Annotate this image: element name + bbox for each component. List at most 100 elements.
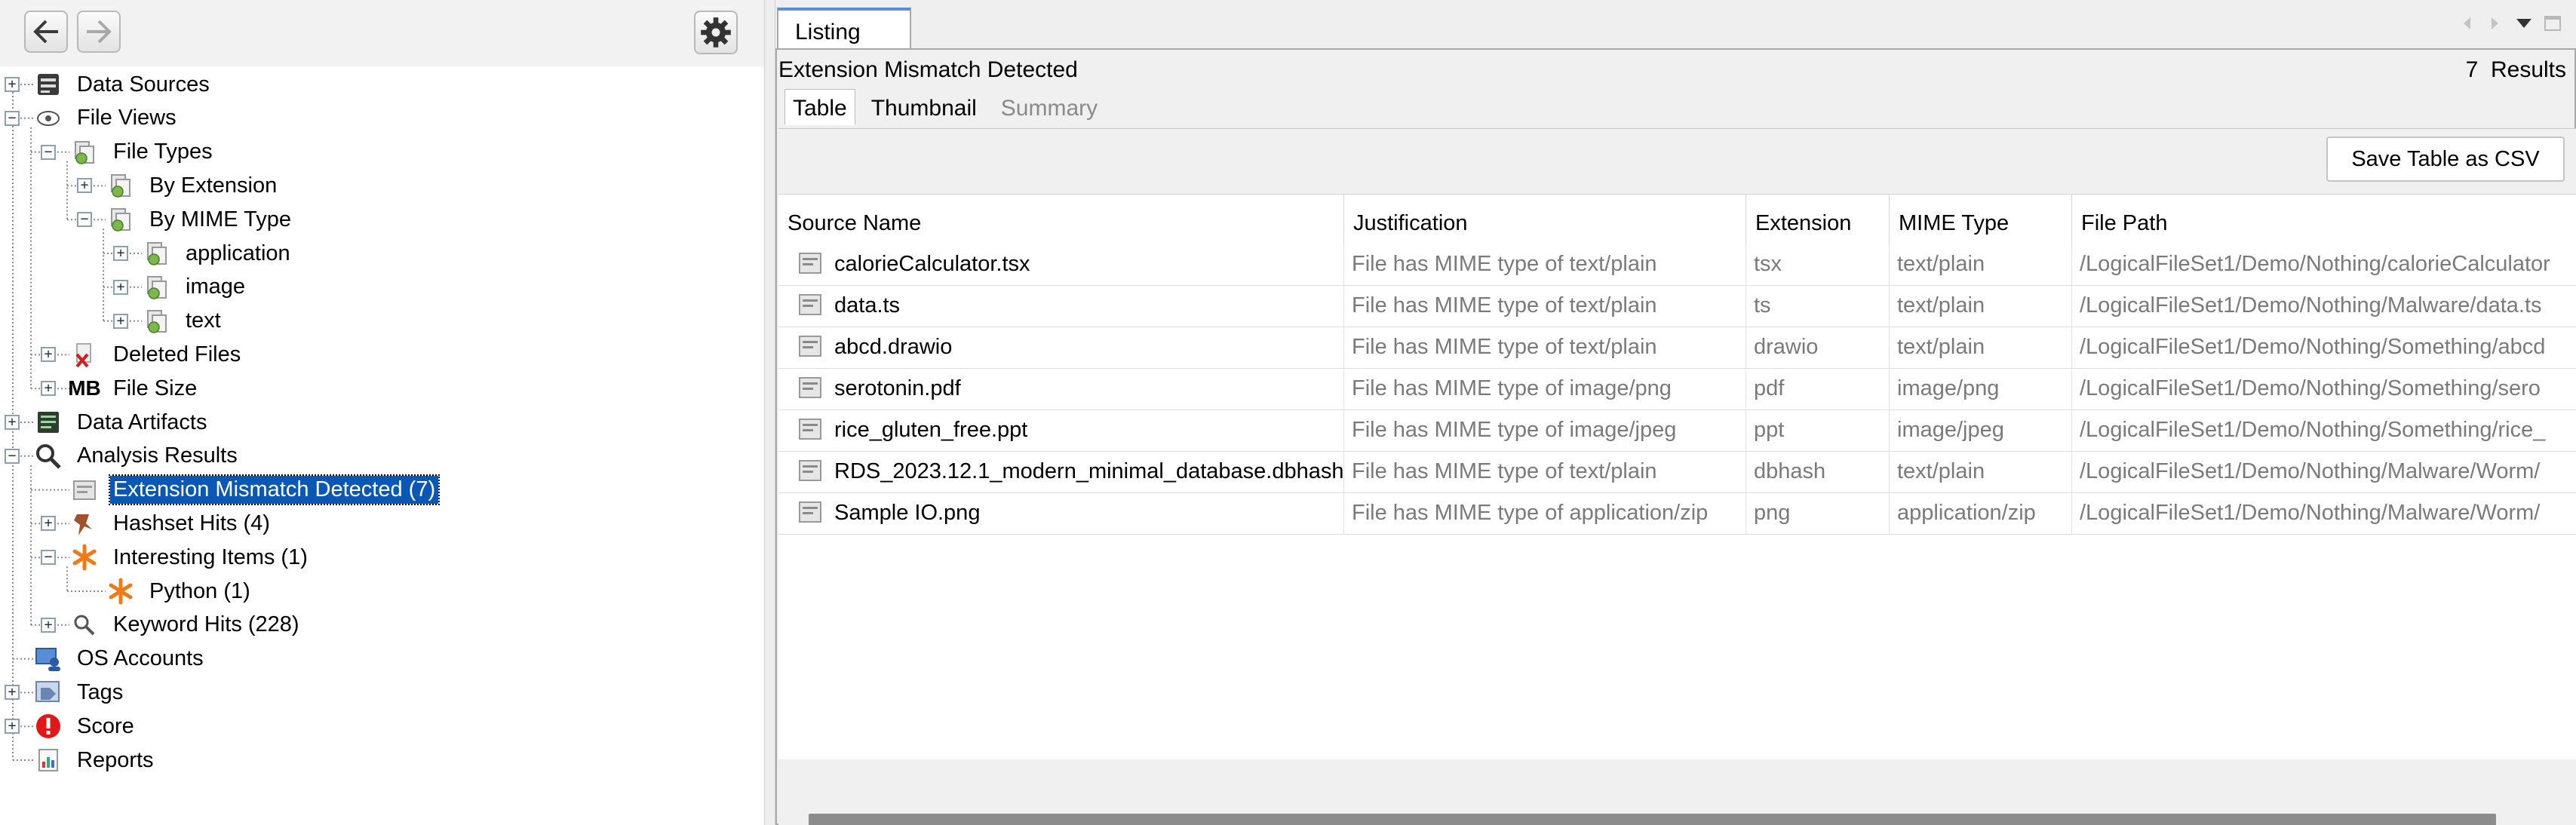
tab-scroll-right-icon[interactable] (2487, 15, 2504, 32)
tree-node-os-accounts[interactable]: OS Accounts (33, 643, 207, 676)
deleted-file-icon (69, 339, 100, 370)
tree-node-label: Analysis Results (77, 443, 238, 468)
column-header-source-name[interactable]: Source Name (778, 195, 1344, 244)
tree-node-analysis-results[interactable]: − Analysis Results (5, 440, 241, 473)
maximize-icon[interactable] (2544, 15, 2561, 32)
tree-node-file-types[interactable]: − File Types (41, 136, 216, 169)
horizontal-scrollbar[interactable] (809, 814, 2496, 825)
expand-toggle[interactable]: + (5, 77, 20, 92)
tree-node-text[interactable]: + text (113, 305, 224, 338)
mb-icon-text: MB (68, 376, 101, 400)
tree-node-by-extension[interactable]: + By Extension (77, 169, 280, 202)
cell-file-path: /LogicalFileSet1/Demo/Nothing/Something/… (2080, 418, 2546, 442)
tree-node-file-size[interactable]: + MB File Size (41, 372, 200, 405)
file-types-icon (106, 204, 136, 235)
save-table-csv-button[interactable]: Save Table as CSV (2326, 136, 2565, 182)
tree-node-label: OS Accounts (77, 646, 204, 671)
tree-node-extension-mismatch[interactable]: Extension Mismatch Detected (7) (69, 474, 441, 507)
expand-toggle[interactable]: + (41, 381, 56, 397)
table-row[interactable]: RDS_2023.12.1_modern_minimal_database.db… (778, 452, 2576, 493)
column-header-justification[interactable]: Justification (1344, 195, 1746, 244)
results-table: Source Name Justification Extension MIME… (778, 194, 2576, 759)
table-row[interactable]: abcd.drawio File has MIME type of text/pl… (778, 327, 2576, 369)
data-sources-icon (33, 69, 63, 100)
expand-toggle[interactable]: + (41, 347, 56, 363)
cell-file-path: /LogicalFileSet1/Demo/Nothing/Malware/Wo… (2080, 501, 2541, 525)
cell-extension: dbhash (1746, 452, 1890, 493)
tree-node-label: Score (77, 713, 134, 738)
collapse-toggle[interactable]: − (5, 110, 20, 126)
listing-header: Extension Mismatch Detected 7 Results (778, 54, 2566, 84)
tree-node-file-views[interactable]: − File Views (5, 102, 180, 135)
table-row[interactable]: rice_gluten_free.ppt File has MIME type o… (778, 410, 2576, 452)
data-artifacts-icon (33, 407, 63, 437)
tree-node-reports[interactable]: Reports (33, 744, 157, 777)
expand-toggle[interactable]: + (113, 313, 128, 329)
table-row[interactable]: calorieCalculator.tsx File has MIME type … (778, 244, 2576, 286)
expand-toggle[interactable]: + (41, 617, 56, 633)
column-header-mime-type[interactable]: MIME Type (1890, 195, 2072, 244)
tree-node-deleted-files[interactable]: + Deleted Files (41, 338, 244, 371)
column-header-file-path[interactable]: File Path (2072, 195, 2576, 244)
tab-list-dropdown-icon[interactable] (2516, 15, 2532, 32)
cell-file-path: /LogicalFileSet1/Demo/Nothing/Something/… (2080, 335, 2546, 359)
tab-table[interactable]: Table (784, 89, 855, 125)
column-header-extension[interactable]: Extension (1746, 195, 1890, 244)
tree-node-python[interactable]: Python (1) (106, 575, 253, 608)
expand-toggle[interactable]: + (5, 719, 20, 735)
tab-scroll-left-icon[interactable] (2458, 15, 2475, 32)
tree-node-tags[interactable]: + Tags (5, 676, 126, 709)
gear-icon (701, 17, 731, 48)
tree-node-image[interactable]: + image (113, 271, 248, 304)
expand-toggle[interactable]: + (5, 685, 20, 701)
cell-source-name: abcd.drawio (778, 327, 1344, 369)
expand-toggle[interactable]: + (5, 415, 20, 430)
collapse-toggle[interactable]: − (41, 550, 56, 566)
tab-thumbnail[interactable]: Thumbnail (863, 89, 985, 125)
tree-node-label: image (186, 274, 245, 299)
file-icon (798, 250, 822, 276)
asterisk-icon (106, 576, 136, 606)
table-row[interactable]: Sample IO.png File has MIME type of appli… (778, 493, 2576, 535)
tree-node-score[interactable]: + Score (5, 710, 137, 743)
mismatch-file-icon (69, 475, 100, 505)
cell-mime-type: text/plain (1890, 327, 2072, 369)
expand-toggle[interactable]: + (113, 246, 128, 261)
tree-node-keyword-hits[interactable]: + Keyword Hits (228) (41, 609, 302, 642)
tree-node-data-artifacts[interactable]: + Data Artifacts (5, 406, 210, 439)
forward-button[interactable] (77, 11, 121, 53)
tree-node-application[interactable]: + application (113, 237, 293, 270)
left-pane: + Data Sources − File Views − File Types + By E… (0, 0, 764, 825)
table-row[interactable]: data.ts File has MIME type of text/plain t… (778, 286, 2576, 327)
expand-toggle[interactable]: + (113, 279, 128, 295)
cell-justification: File has MIME type of text/plain (1344, 244, 1746, 286)
cell-file-path: /LogicalFileSet1/Demo/Nothing/Malware/Wo… (2080, 459, 2541, 483)
expand-toggle[interactable]: + (77, 178, 92, 194)
tree-node-label: Interesting Items (1) (113, 544, 308, 569)
collapse-toggle[interactable]: − (5, 448, 20, 464)
tree-node-by-mime-type[interactable]: − By MIME Type (77, 203, 294, 236)
collapse-toggle[interactable]: − (41, 144, 56, 160)
settings-button[interactable] (694, 11, 738, 54)
table-row[interactable]: serotonin.pdf File has MIME type of image… (778, 369, 2576, 410)
tree-node-interesting-items[interactable]: − Interesting Items (1) (41, 541, 311, 574)
tree-node-label: Tags (77, 679, 124, 704)
collapse-toggle[interactable]: − (77, 212, 92, 228)
expand-toggle[interactable]: + (41, 516, 56, 532)
report-icon (33, 745, 63, 775)
split-pane-divider[interactable] (764, 0, 775, 825)
tree-node-data-sources[interactable]: + Data Sources (5, 68, 213, 101)
eye-icon (33, 103, 63, 133)
tab-summary: Summary (1000, 96, 1098, 121)
cell-source-name: calorieCalculator.tsx (778, 244, 1344, 286)
cell-mime-type: text/plain (1890, 244, 2072, 286)
tree-node-label: application (186, 241, 290, 265)
tree-node-hashset-hits[interactable]: + Hashset Hits (4) (41, 507, 273, 540)
cell-file-path: /LogicalFileSet1/Demo/Nothing/Malware/da… (2080, 293, 2542, 317)
tree-toolbar (0, 0, 764, 66)
arrow-right-icon (87, 20, 112, 44)
back-button[interactable] (24, 11, 68, 53)
source-name-text: calorieCalculator.tsx (834, 252, 1030, 276)
tab-listing[interactable]: Listing (777, 8, 911, 50)
magnifier-icon (33, 441, 63, 471)
